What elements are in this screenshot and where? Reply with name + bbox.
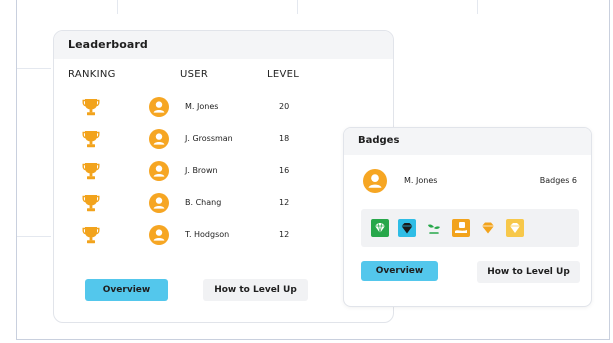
hand-gift-icon xyxy=(452,219,470,237)
user-level: 20 xyxy=(279,102,290,111)
user-name: M. Jones xyxy=(185,102,219,111)
badge-strip xyxy=(361,209,579,247)
column-header-user: USER xyxy=(180,69,209,80)
badges-count: Badges 6 xyxy=(539,176,577,185)
badges-overview-button[interactable]: Overview xyxy=(361,261,438,281)
diamond-green-icon xyxy=(371,219,389,237)
grid-line xyxy=(117,0,118,14)
trophy-icon xyxy=(82,97,100,117)
trophy-icon xyxy=(82,161,100,181)
trophy-icon xyxy=(82,225,100,245)
avatar-icon xyxy=(149,161,169,181)
user-name: B. Chang xyxy=(185,198,222,207)
avatar-icon xyxy=(149,129,169,149)
gem-gold-icon xyxy=(482,222,494,234)
grid-line xyxy=(477,0,478,14)
user-name: T. Hodgson xyxy=(185,230,230,239)
badges-card: Badges M. Jones Badges 6 Overview How to… xyxy=(343,127,592,307)
overview-button[interactable]: Overview xyxy=(85,279,168,301)
trophy-icon xyxy=(82,193,100,213)
avatar-icon xyxy=(149,97,169,117)
user-level: 12 xyxy=(279,230,290,239)
diamond-gold-icon xyxy=(506,219,524,237)
column-header-level: LEVEL xyxy=(267,69,300,80)
avatar-icon xyxy=(149,193,169,213)
badges-title: Badges xyxy=(344,128,591,155)
plant-icon xyxy=(428,224,440,234)
how-to-level-up-button[interactable]: How to Level Up xyxy=(203,279,308,301)
user-name: J. Brown xyxy=(185,166,218,175)
grid-line xyxy=(17,236,51,237)
diamond-blue-icon xyxy=(398,219,416,237)
table-row: M. Jones 20 xyxy=(54,95,393,127)
grid-line xyxy=(297,0,298,14)
column-header-ranking: RANKING xyxy=(68,69,116,80)
leaderboard-title: Leaderboard xyxy=(54,31,393,59)
user-level: 16 xyxy=(279,166,290,175)
badges-user-name: M. Jones xyxy=(404,176,438,185)
user-name: J. Grossman xyxy=(185,134,233,143)
grid-line xyxy=(17,68,51,69)
avatar-icon xyxy=(363,169,387,193)
user-level: 12 xyxy=(279,198,290,207)
avatar-icon xyxy=(149,225,169,245)
user-level: 18 xyxy=(279,134,290,143)
badges-how-to-level-up-button[interactable]: How to Level Up xyxy=(477,261,580,283)
trophy-icon xyxy=(82,129,100,149)
